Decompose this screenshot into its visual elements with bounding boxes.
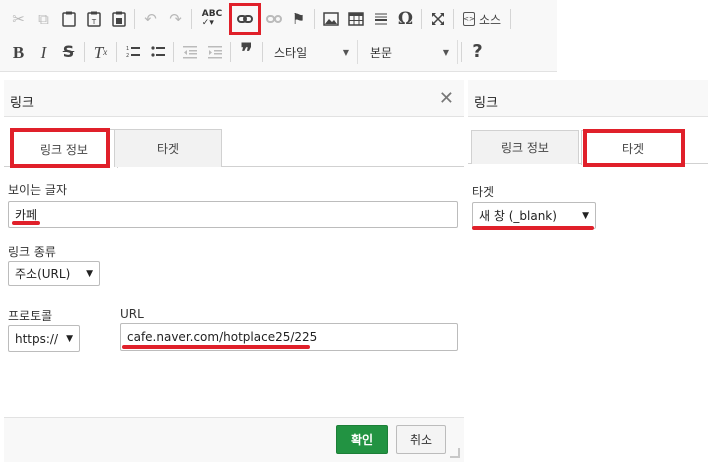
link-type-value: 주소(URL)	[15, 267, 71, 281]
table-icon[interactable]	[343, 6, 368, 32]
paste-icon[interactable]	[56, 6, 81, 32]
svg-text:2: 2	[126, 53, 129, 59]
display-text-label: 보이는 글자	[8, 183, 68, 197]
toolbar-separator	[116, 42, 117, 62]
toolbar-row-1: ✂ ⧉ T ↶ ↷ ABC ✓▾ ⚑ Ω <> 소스	[6, 3, 514, 35]
chevron-down-icon: ▼	[66, 333, 73, 344]
style-combo[interactable]: 스타일 ▼	[266, 40, 358, 64]
source-label: 소스	[479, 12, 502, 27]
link-dialog: 링크 ✕ 링크 정보 타겟 보이는 글자 카페 링크 종류 주소(URL) ▼ …	[4, 80, 464, 462]
undo-icon[interactable]: ↶	[138, 6, 163, 32]
italic-icon[interactable]: I	[31, 39, 56, 65]
annotation-underline	[122, 345, 310, 349]
maximize-icon[interactable]	[425, 6, 450, 32]
editor-toolbar: ✂ ⧉ T ↶ ↷ ABC ✓▾ ⚑ Ω <> 소스 B I S T x 1 2…	[0, 0, 557, 72]
svg-text:1: 1	[126, 46, 129, 52]
link-type-select[interactable]: 주소(URL) ▼	[8, 261, 100, 286]
protocol-select[interactable]: https:// ▼	[8, 325, 80, 352]
cancel-button[interactable]: 취소	[396, 425, 446, 454]
paste-word-icon[interactable]	[106, 6, 131, 32]
toolbar-separator	[314, 9, 315, 29]
target-label: 타겟	[472, 185, 495, 199]
close-icon[interactable]: ✕	[439, 88, 454, 109]
url-label: URL	[120, 307, 144, 321]
source-icon: <>	[463, 12, 475, 26]
unlink-icon[interactable]	[261, 6, 286, 32]
toolbar-separator	[510, 9, 512, 29]
tab-target[interactable]: 타겟	[114, 129, 222, 167]
dialog-footer: 확인 취소	[4, 417, 464, 462]
annotation-underline	[12, 221, 40, 225]
chevron-down-icon: ▼	[442, 47, 449, 57]
target-select[interactable]: 새 창 (_blank) ▼	[472, 202, 596, 229]
toolbar-separator	[421, 9, 422, 29]
anchor-flag-icon[interactable]: ⚑	[286, 6, 311, 32]
numbered-list-icon[interactable]: 12	[120, 39, 145, 65]
dialog-title: 링크	[474, 96, 498, 111]
strike-icon[interactable]: S	[56, 39, 81, 65]
blockquote-icon[interactable]: ❞	[234, 39, 259, 65]
svg-text:T: T	[90, 18, 96, 26]
copy-icon[interactable]: ⧉	[31, 6, 56, 32]
chevron-down-icon: ▼	[342, 47, 349, 57]
special-char-icon[interactable]: Ω	[393, 6, 418, 32]
protocol-value: https://	[15, 331, 59, 346]
dialog-header: 링크	[468, 80, 708, 117]
redo-icon[interactable]: ↷	[163, 6, 188, 32]
tab-highlight-box	[583, 129, 685, 167]
toolbar-separator	[262, 42, 263, 62]
link-icon[interactable]	[229, 3, 261, 35]
paste-text-icon[interactable]: T	[81, 6, 106, 32]
bold-icon[interactable]: B	[6, 39, 31, 65]
toolbar-separator	[230, 42, 231, 62]
display-text-input[interactable]: 카페	[8, 201, 458, 228]
resize-handle[interactable]	[450, 448, 460, 458]
format-combo[interactable]: 본문 ▼	[362, 40, 458, 64]
remove-format-icon[interactable]: Tx	[88, 39, 113, 65]
image-icon[interactable]	[318, 6, 343, 32]
ok-button[interactable]: 확인	[336, 425, 388, 454]
source-button[interactable]: <> 소스	[457, 6, 507, 32]
toolbar-separator	[84, 42, 85, 62]
style-combo-label: 스타일	[274, 45, 308, 60]
toolbar-separator	[173, 42, 174, 62]
tab-highlight-box	[10, 128, 110, 168]
tab-link-info[interactable]: 링크 정보	[471, 130, 579, 164]
chevron-down-icon: ▼	[86, 268, 93, 279]
dialog-header: 링크 ✕	[4, 80, 464, 117]
indent-icon[interactable]	[202, 39, 227, 65]
toolbar-separator	[191, 9, 192, 29]
annotation-underline	[472, 226, 594, 230]
format-combo-label: 본문	[370, 45, 393, 60]
dialog-title: 링크	[10, 96, 34, 111]
protocol-label: 프로토콜	[8, 309, 53, 323]
horizontal-line-icon[interactable]	[368, 6, 393, 32]
toolbar-separator	[461, 42, 462, 62]
bulleted-list-icon[interactable]	[145, 39, 170, 65]
toolbar-row-2: B I S Tx 12 ❞ 스타일 ▼ 본문 ▼ ?	[6, 38, 490, 66]
cut-icon[interactable]: ✂	[6, 6, 31, 32]
spellcheck-icon[interactable]: ABC ✓▾	[195, 6, 229, 32]
help-icon[interactable]: ?	[465, 39, 490, 65]
outdent-icon[interactable]	[177, 39, 202, 65]
chevron-down-icon: ▼	[582, 210, 589, 221]
target-value: 새 창 (_blank)	[479, 209, 557, 223]
link-type-label: 링크 종류	[8, 245, 56, 259]
link-dialog-target-view: 링크 링크 정보 타겟 타겟 새 창 (_blank) ▼	[468, 80, 708, 360]
toolbar-separator	[453, 9, 454, 29]
toolbar-separator	[134, 9, 135, 29]
